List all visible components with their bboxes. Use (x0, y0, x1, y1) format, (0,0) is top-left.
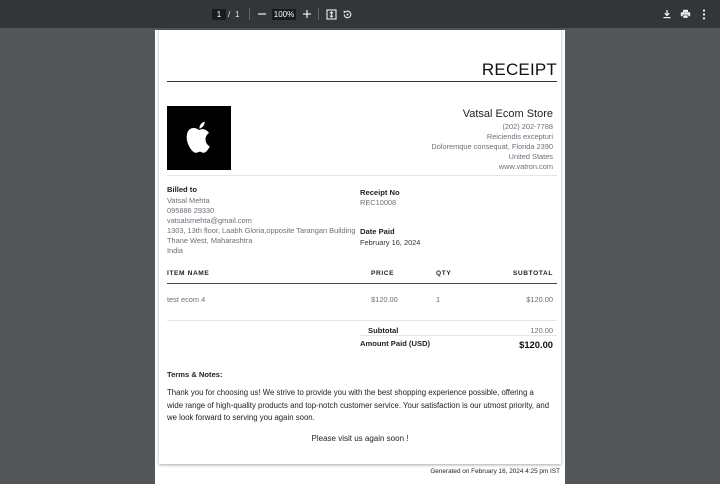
subtotal-label: Subtotal (368, 326, 399, 335)
store-address-line1: Reiciendis excepturi (486, 132, 553, 141)
zoom-out-button[interactable] (254, 6, 270, 22)
download-button[interactable] (659, 6, 675, 22)
fit-page-icon (325, 8, 337, 20)
page-separator: / (228, 10, 231, 19)
section-divider (167, 175, 557, 176)
pdf-page: RECEIPT Vatsal Ecom Store (202) 202-7788… (155, 30, 565, 484)
store-website: www.vatron.com (498, 162, 553, 171)
apple-logo-icon (186, 121, 210, 153)
thank-you-message: Please visit us again soon ! (311, 434, 409, 443)
receipt-card: RECEIPT Vatsal Ecom Store (202) 202-7788… (159, 30, 561, 464)
notes-text: Thank you for choosing us! We strive to … (167, 388, 550, 423)
row-item-name: test ecom 4 (167, 295, 206, 304)
page-number-input[interactable]: 1 (212, 9, 226, 20)
zoom-input[interactable]: 100% (272, 9, 296, 20)
column-header-price: PRICE (371, 270, 395, 277)
store-logo (167, 106, 231, 170)
minus-icon (258, 13, 266, 15)
amount-paid-label: Amount Paid (USD) (360, 339, 431, 348)
table-header-divider (167, 283, 557, 284)
billed-address-line1: 1303, 13th floor, Laabh Gloria,opposite … (167, 226, 356, 235)
receipt-no-label: Receipt No (360, 188, 400, 197)
column-header-qty: QTY (436, 270, 452, 277)
pdf-toolbar: 1 / 1 100% (0, 0, 720, 28)
date-paid-label: Date Paid (360, 227, 395, 236)
receipt-title: RECEIPT (481, 60, 557, 79)
zoom-in-button[interactable] (299, 6, 315, 22)
generated-footer: Generated on February 16, 2024 4:25 pm I… (430, 468, 560, 475)
billed-address-line2: Thane West, Maharashtra (167, 236, 253, 245)
row-qty: 1 (436, 295, 441, 304)
billed-name: Vatsal Mehta (167, 196, 210, 205)
billed-country: India (167, 246, 184, 255)
plus-icon (303, 10, 311, 18)
print-button[interactable] (677, 6, 693, 22)
amount-paid-value: $120.00 (519, 339, 553, 350)
date-paid-value: February 16, 2024 (360, 238, 421, 247)
store-country: United States (508, 152, 553, 161)
subtotal-value: 120.00 (530, 326, 553, 335)
billed-email: vatsalsmehta@gmail.com (167, 216, 252, 225)
row-price: $120.00 (371, 295, 398, 304)
notes-title: Terms & Notes: (167, 370, 223, 379)
toolbar-divider (249, 8, 250, 20)
billed-phone: 095886 29330 (167, 206, 215, 215)
print-icon (680, 9, 690, 19)
totals-divider (360, 335, 557, 336)
receipt-no-value: REC10008 (360, 198, 397, 207)
table-end-divider (167, 320, 557, 321)
toolbar-divider (318, 8, 319, 20)
page-total: 1 (235, 10, 240, 19)
row-subtotal: $120.00 (526, 295, 553, 304)
more-options-button[interactable] (696, 6, 712, 22)
more-vert-icon (702, 9, 706, 19)
billed-to-label: Billed to (167, 185, 197, 194)
fit-page-button[interactable] (323, 6, 339, 22)
rotate-button[interactable] (339, 6, 355, 22)
store-address-line2: Doloremque consequat, Florida 2390 (431, 142, 553, 151)
store-name: Vatsal Ecom Store (462, 108, 553, 120)
store-phone: (202) 202-7788 (502, 122, 553, 131)
rotate-icon (343, 9, 351, 18)
title-divider (167, 81, 557, 82)
column-header-item: ITEM NAME (167, 270, 210, 277)
download-icon (663, 10, 671, 19)
column-header-subtotal: SUBTOTAL (512, 270, 553, 277)
